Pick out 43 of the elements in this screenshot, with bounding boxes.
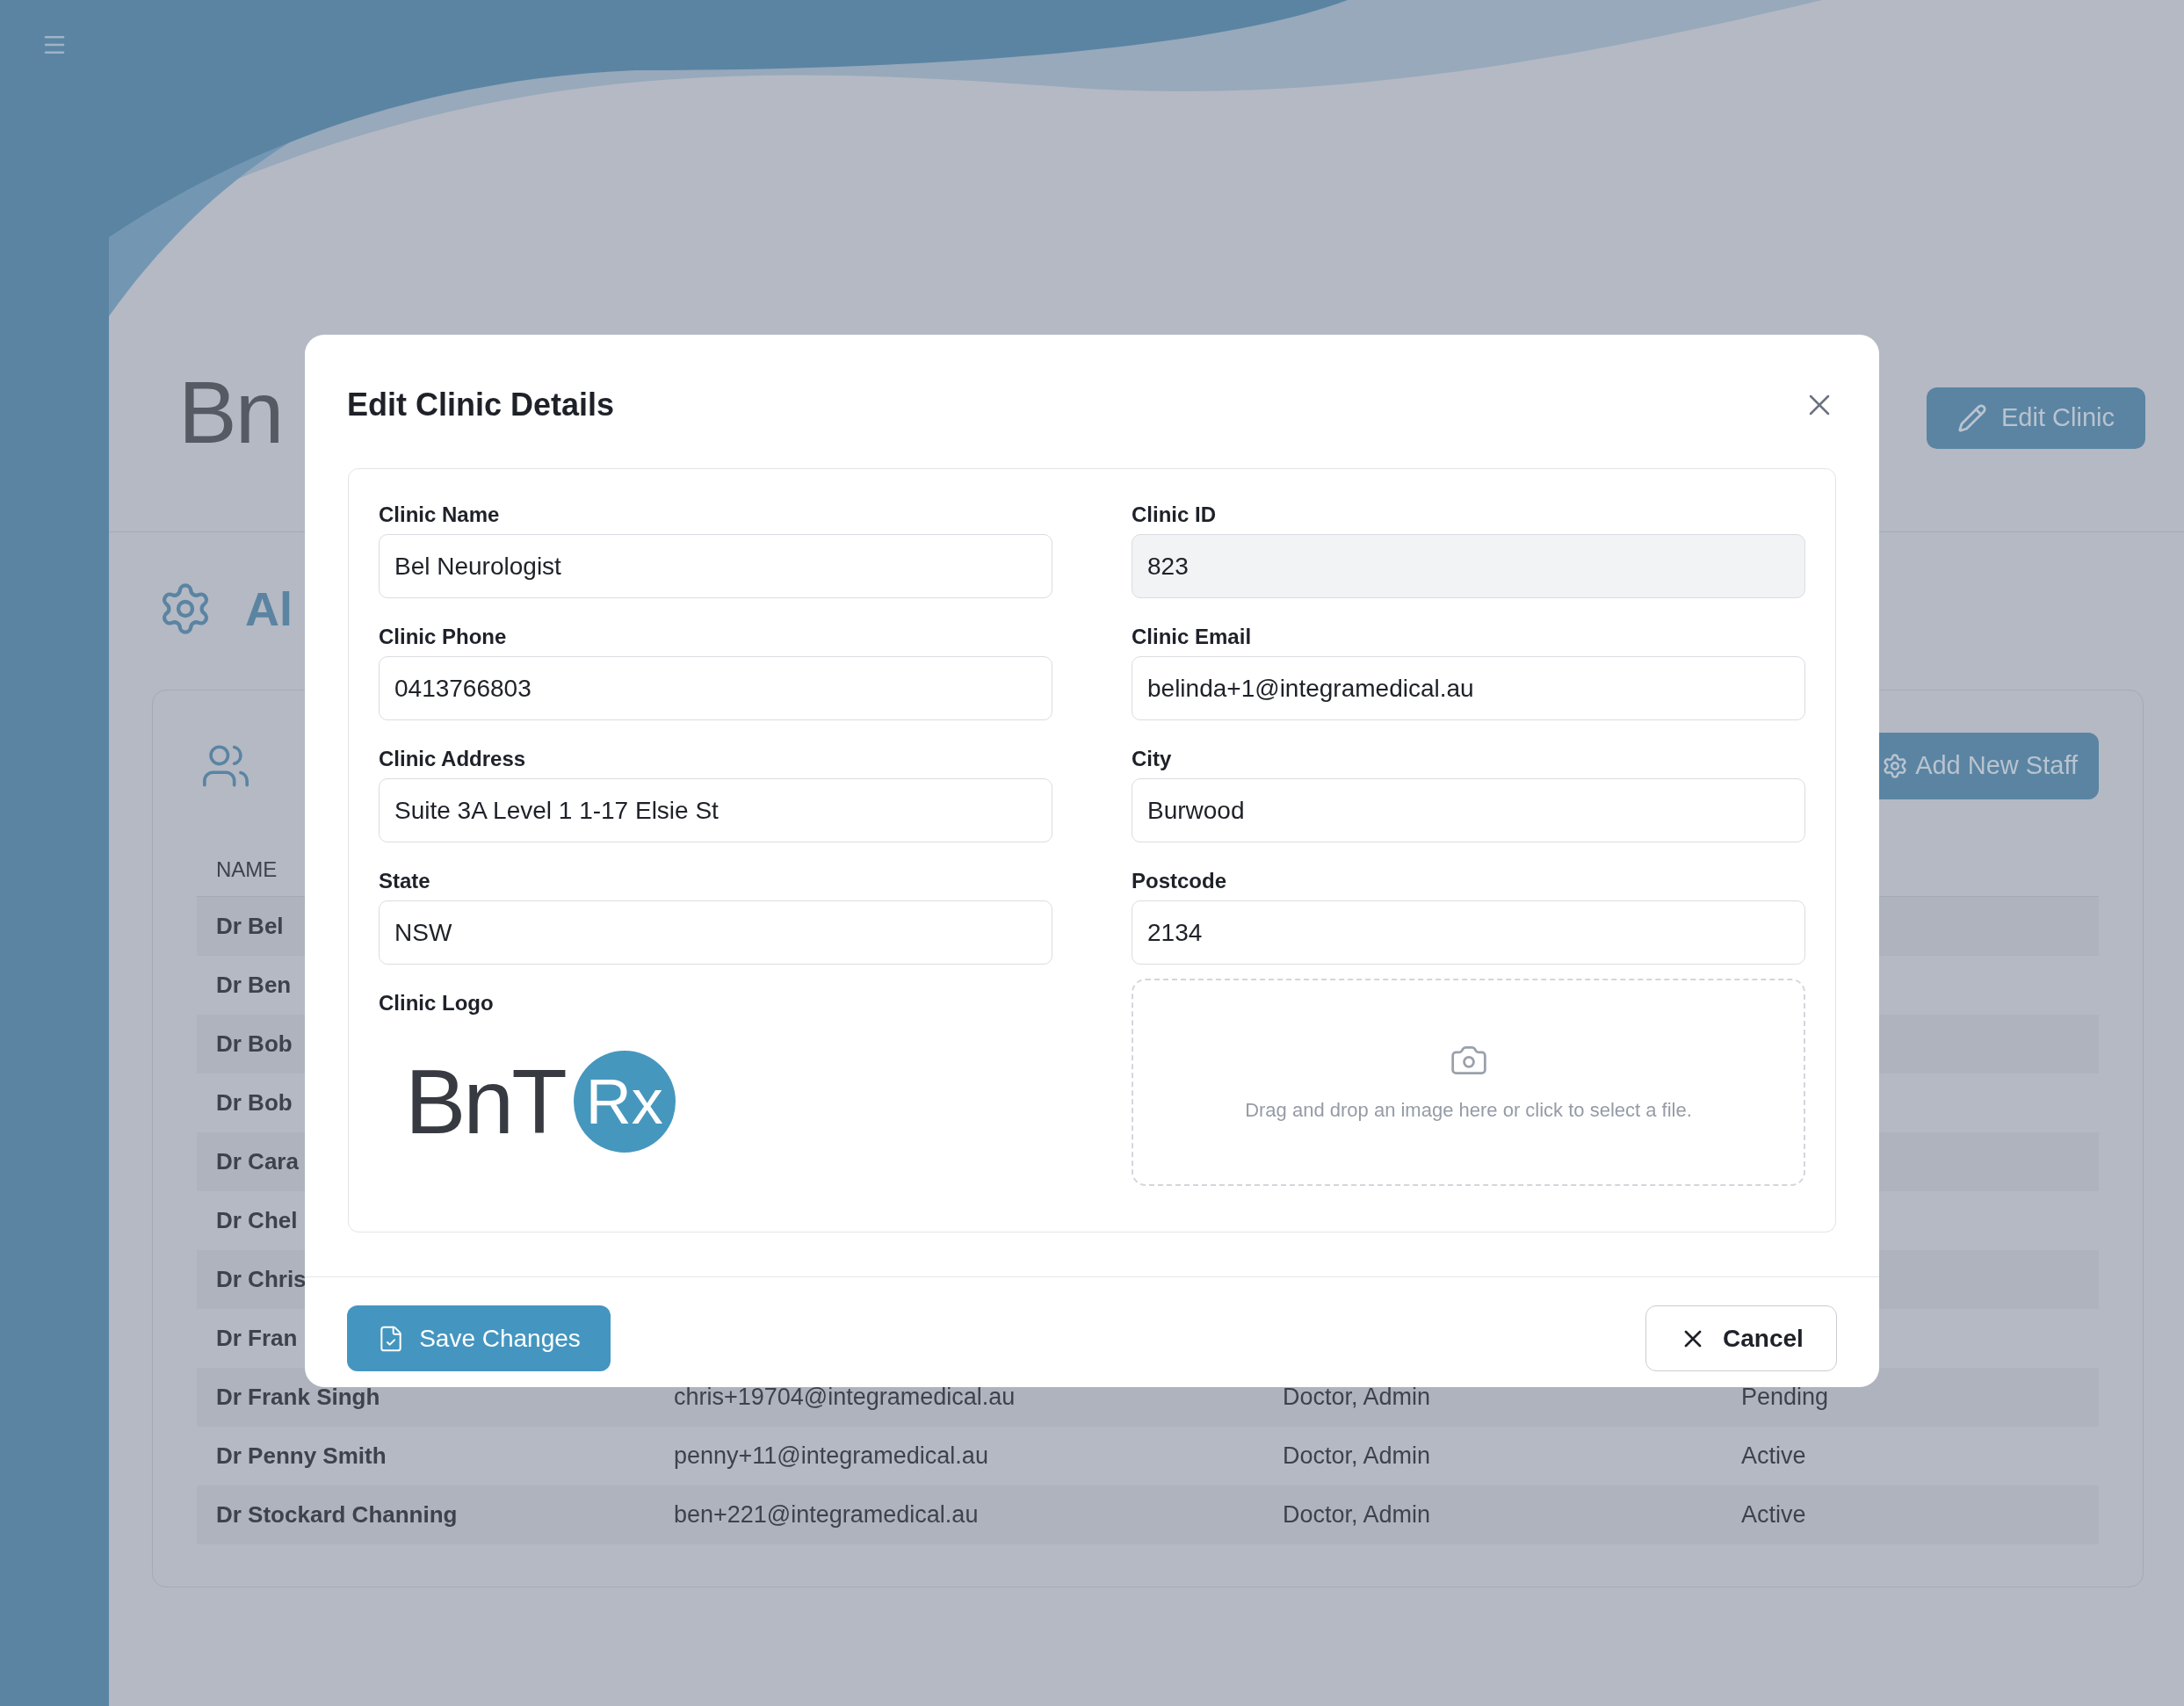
table-cell-text: Doctor, Admin — [1283, 1383, 1432, 1413]
table-cell-text: chris+19704@integramedical.au — [674, 1383, 1016, 1413]
table-cell-text: Doctor, Admin — [1283, 1442, 1432, 1471]
table-cell: Dr Ben — [216, 972, 292, 999]
field-label: Clinic Email — [1132, 624, 1253, 646]
cancel-button[interactable]: Cancel — [1645, 1305, 1837, 1371]
table-cell-text: Active — [1741, 1500, 1806, 1530]
dialog-title: Edit Clinic Details — [347, 386, 615, 424]
table-cell: Dr Penny Smith — [216, 1442, 387, 1470]
table-cell-text: Doctor, Admin — [1283, 1500, 1432, 1530]
table-cell-text: ben+221@integramedical.au — [674, 1500, 980, 1530]
table-cell-text: penny+11@integramedical.au — [674, 1442, 989, 1471]
field-label: Clinic Address — [379, 746, 527, 768]
table-cell: Dr Frank Singh — [216, 1384, 380, 1411]
table-cell: Dr Cara — [216, 1148, 299, 1175]
field-label: State — [379, 868, 431, 890]
table-cell: Dr Chris — [216, 1266, 307, 1293]
dropzone-hint: Drag and drop an image here or click to select a file. — [1245, 1097, 1692, 1123]
column-header: NAME — [216, 857, 278, 883]
field-label: Postcode — [1132, 868, 1228, 890]
field-label: Clinic Phone — [379, 624, 508, 646]
input-field[interactable]: Suite 3A Level 1 1-17 Elsie St — [379, 778, 1052, 842]
table-cell-text: Active — [1741, 1442, 1806, 1471]
pencil-icon — [1957, 403, 1988, 433]
clinic-logo: BnT Rx — [405, 1051, 676, 1153]
input-field[interactable]: NSW — [379, 900, 1052, 965]
input-field[interactable]: belinda+1@integramedical.au — [1132, 656, 1805, 720]
input-field[interactable]: 0413766803 — [379, 656, 1052, 720]
table-cell: Dr Bob — [216, 1030, 293, 1058]
table-cell: Dr Fran — [216, 1325, 298, 1352]
table-cell-text: Pending — [1741, 1383, 1829, 1413]
input-field[interactable]: 2134 — [1132, 900, 1805, 965]
table-cell: Dr Bob — [216, 1089, 293, 1117]
table-cell: Dr Chel — [216, 1207, 298, 1234]
field-label: Clinic Name — [379, 502, 501, 524]
input-field[interactable]: Burwood — [1132, 778, 1805, 842]
table-cell: Dr Stockard Channing — [216, 1501, 458, 1529]
field-label: Clinic ID — [1132, 502, 1217, 524]
input-field[interactable]: Bel Neurologist — [379, 534, 1052, 598]
logo-text: Bn — [178, 368, 283, 456]
section-title: Al — [245, 581, 293, 637]
table-cell: Dr Bel — [216, 913, 284, 940]
gear-icon — [1882, 753, 1909, 779]
